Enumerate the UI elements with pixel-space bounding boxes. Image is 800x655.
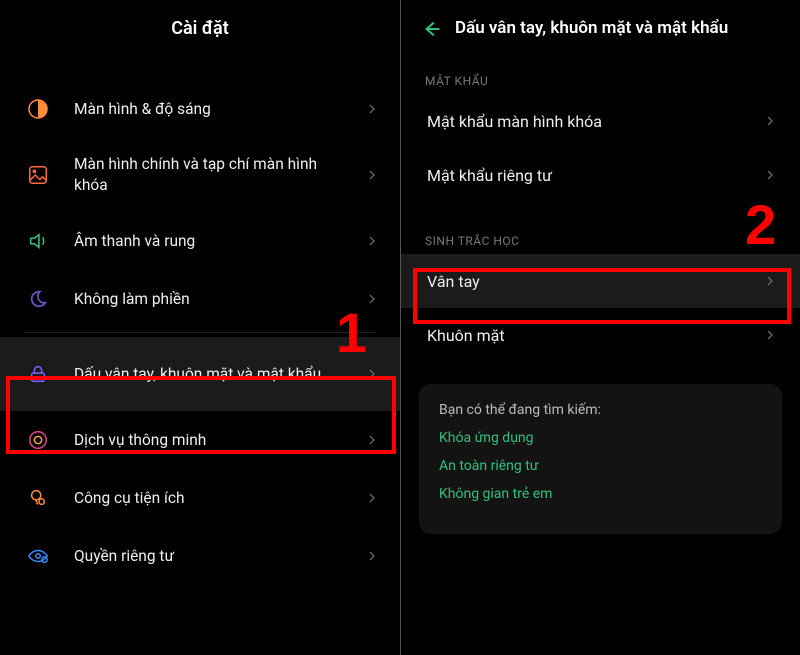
row-label: Mật khẩu màn hình khóa bbox=[427, 112, 762, 131]
section-header-password: MẬT KHẨU bbox=[401, 56, 800, 94]
header: Cài đặt bbox=[0, 0, 400, 56]
page-title: Cài đặt bbox=[171, 18, 229, 39]
row-home-lockscreen[interactable]: Màn hình chính và tạp chí màn hình khóa bbox=[0, 138, 400, 212]
display-brightness-icon bbox=[24, 95, 52, 123]
divider bbox=[24, 332, 376, 333]
fingerprint-face-pane: Dấu vân tay, khuôn mặt và mật khẩu MẬT K… bbox=[400, 0, 800, 655]
row-label: Dấu vân tay, khuôn mặt và mật khẩu bbox=[74, 364, 364, 385]
row-lockscreen-password[interactable]: Mật khẩu màn hình khóa bbox=[401, 94, 800, 148]
row-display-brightness[interactable]: Màn hình & độ sáng bbox=[0, 80, 400, 138]
chevron-right-icon bbox=[364, 366, 380, 382]
chevron-right-icon bbox=[364, 233, 380, 249]
dnd-moon-icon bbox=[24, 285, 52, 313]
settings-pane: Cài đặt Màn hình & độ sáng Màn hình chín… bbox=[0, 0, 400, 655]
chevron-right-icon bbox=[364, 167, 380, 183]
chevron-right-icon bbox=[364, 490, 380, 506]
row-sound-vibration[interactable]: Âm thanh và rung bbox=[0, 212, 400, 270]
row-privacy[interactable]: Quyền riêng tư bbox=[0, 527, 400, 585]
row-label: Âm thanh và rung bbox=[74, 231, 364, 252]
row-label: Màn hình chính và tạp chí màn hình khóa bbox=[74, 154, 364, 196]
chevron-right-icon bbox=[762, 327, 778, 343]
back-button[interactable] bbox=[421, 18, 443, 40]
privacy-eye-icon bbox=[24, 542, 52, 570]
row-tools[interactable]: Công cụ tiện ích bbox=[0, 469, 400, 527]
home-lockscreen-icon bbox=[24, 161, 52, 189]
link-privacy-safe[interactable]: An toàn riêng tư bbox=[439, 458, 762, 474]
chevron-right-icon bbox=[762, 113, 778, 129]
row-label: Màn hình & độ sáng bbox=[74, 99, 364, 120]
lock-icon bbox=[24, 360, 52, 388]
chevron-right-icon bbox=[364, 548, 380, 564]
row-dnd[interactable]: Không làm phiền bbox=[0, 270, 400, 328]
row-label: Không làm phiền bbox=[74, 289, 364, 310]
chevron-right-icon bbox=[762, 167, 778, 183]
row-label: Quyền riêng tư bbox=[74, 546, 364, 567]
card-title: Bạn có thể đang tìm kiếm: bbox=[439, 402, 762, 418]
row-label: Khuôn mặt bbox=[427, 326, 762, 345]
row-label: Vân tay bbox=[427, 272, 762, 291]
header: Dấu vân tay, khuôn mặt và mật khẩu bbox=[401, 0, 800, 56]
sound-vibration-icon bbox=[24, 227, 52, 255]
row-fingerprint[interactable]: Vân tay bbox=[401, 254, 800, 308]
smart-service-icon bbox=[24, 426, 52, 454]
chevron-right-icon bbox=[364, 291, 380, 307]
suggestions-card: Bạn có thể đang tìm kiếm: Khóa ứng dụng … bbox=[419, 384, 782, 534]
chevron-right-icon bbox=[364, 101, 380, 117]
link-kid-space[interactable]: Không gian trẻ em bbox=[439, 486, 762, 502]
row-fingerprint-face-password[interactable]: Dấu vân tay, khuôn mặt và mật khẩu bbox=[0, 337, 400, 411]
link-app-lock[interactable]: Khóa ứng dụng bbox=[439, 430, 762, 446]
chevron-right-icon bbox=[762, 273, 778, 289]
row-label: Dịch vụ thông minh bbox=[74, 430, 364, 451]
row-smart-service[interactable]: Dịch vụ thông minh bbox=[0, 411, 400, 469]
section-header-biometric: SINH TRẮC HỌC bbox=[401, 216, 800, 254]
row-label: Mật khẩu riêng tư bbox=[427, 166, 762, 185]
row-face[interactable]: Khuôn mặt bbox=[401, 308, 800, 362]
chevron-right-icon bbox=[364, 432, 380, 448]
row-privacy-password[interactable]: Mật khẩu riêng tư bbox=[401, 148, 800, 202]
tools-icon bbox=[24, 484, 52, 512]
page-title: Dấu vân tay, khuôn mặt và mật khẩu bbox=[455, 18, 728, 38]
row-label: Công cụ tiện ích bbox=[74, 488, 364, 509]
